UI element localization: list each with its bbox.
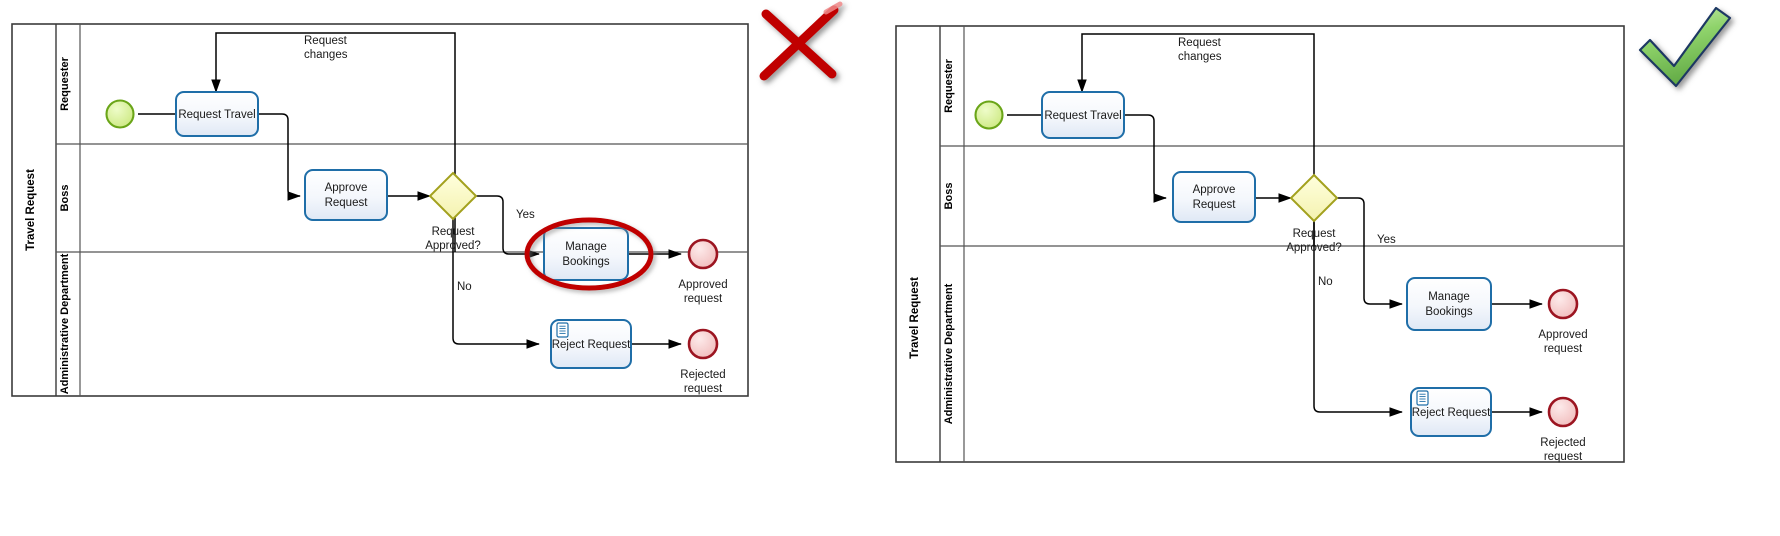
task-label-line-2: Request [1193, 199, 1237, 211]
cross-mark-icon [759, 1, 843, 81]
end-event-approved-request[interactable]: Approved request [678, 238, 728, 305]
flow-label-yes: Yes [516, 209, 535, 221]
task-request-travel[interactable]: Request Travel [175, 91, 259, 137]
task-label-line-1: Manage [565, 241, 607, 253]
lane-label-requester: Requester [59, 56, 71, 111]
task-approve-request[interactable]: Approve Request [1172, 171, 1256, 223]
pool-boundary [895, 25, 1625, 463]
flow-label-request-changes-line-2: changes [304, 49, 348, 61]
flow-request-travel-to-approve [257, 113, 301, 201]
task-label: Reject Request [1412, 407, 1491, 419]
lane-label-admin: Administrative Department [59, 253, 71, 394]
flow-label-request-changes-line-1: Request [304, 35, 348, 47]
end-event-label-line-1: Rejected [680, 369, 725, 381]
task-label-line-1: Approve [325, 182, 368, 194]
lane-label-admin: Administrative Department [943, 283, 955, 424]
start-event[interactable] [105, 99, 135, 129]
gateway-request-approved[interactable]: Request Approved? [425, 171, 481, 252]
start-event[interactable] [974, 100, 1004, 130]
end-event-label-line-2: request [1544, 451, 1583, 463]
bpmn-diagram-correct: Travel Request Requester Boss Administra… [890, 0, 1780, 536]
pool-label: Travel Request [909, 277, 921, 359]
end-event-rejected-request[interactable]: Rejected request [1540, 396, 1586, 463]
task-label-line-2: Bookings [562, 256, 610, 268]
lane-label-boss: Boss [59, 185, 71, 212]
end-event-label-line-1: Approved [1538, 329, 1587, 341]
task-label-line-1: Approve [1193, 184, 1236, 196]
end-event-approved-request[interactable]: Approved request [1538, 288, 1588, 355]
task-label: Request Travel [178, 109, 255, 121]
lane-label-requester: Requester [943, 58, 955, 113]
flow-yes-to-manage-bookings [1337, 197, 1403, 309]
end-event-label-line-2: request [1544, 343, 1583, 355]
lane-label-boss: Boss [943, 183, 955, 210]
gateway-label-line-1: Request [1293, 228, 1337, 240]
task-reject-request[interactable]: Reject Request [550, 319, 632, 369]
gateway-label-line-1: Request [432, 226, 476, 238]
bpmn-diagram-incorrect: Travel Request Requester Boss Administra… [0, 0, 890, 536]
flow-label-yes: Yes [1377, 234, 1396, 246]
end-event-rejected-request[interactable]: Rejected request [680, 328, 726, 395]
end-event-label-line-1: Approved [678, 279, 727, 291]
flow-label-no: No [457, 281, 472, 293]
check-mark-icon [1638, 6, 1732, 88]
task-label-line-2: Bookings [1425, 306, 1473, 318]
task-reject-request[interactable]: Reject Request [1410, 387, 1492, 437]
end-event-label-line-2: request [684, 383, 723, 395]
bpmn-comparison-canvas: Travel Request Requester Boss Administra… [0, 0, 1780, 536]
manual-task-icon [1416, 390, 1429, 406]
task-approve-request[interactable]: Approve Request [304, 169, 388, 221]
task-label-line-2: Request [325, 197, 369, 209]
task-label: Request Travel [1044, 110, 1121, 122]
task-manage-bookings[interactable]: Manage Bookings [1406, 277, 1492, 331]
gateway-label-line-2: Approved? [1286, 242, 1342, 254]
task-request-travel[interactable]: Request Travel [1041, 91, 1125, 139]
task-label: Reject Request [552, 339, 631, 351]
end-event-label-line-2: request [684, 293, 723, 305]
flow-request-travel-to-approve [1123, 114, 1167, 203]
flow-label-no: No [1318, 276, 1333, 288]
flow-label-request-changes-line-1: Request [1178, 37, 1222, 49]
task-label-line-1: Manage [1428, 291, 1470, 303]
pool-label: Travel Request [25, 169, 37, 251]
gateway-request-approved[interactable]: Request Approved? [1286, 173, 1342, 254]
end-event-label-line-1: Rejected [1540, 437, 1585, 449]
flow-label-request-changes-line-2: changes [1178, 51, 1222, 63]
manual-task-icon [556, 322, 569, 338]
gateway-label-line-2: Approved? [425, 240, 481, 252]
task-manage-bookings[interactable]: Manage Bookings [543, 227, 629, 281]
